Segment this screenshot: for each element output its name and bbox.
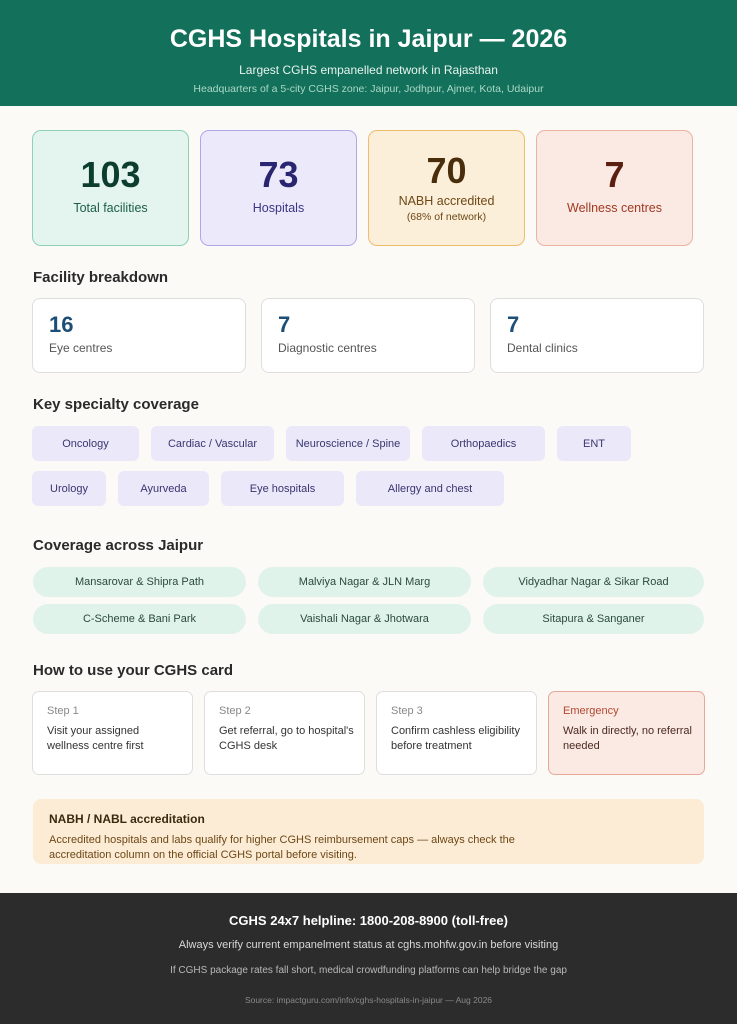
step-label: Step 2 bbox=[219, 705, 251, 717]
step-label: Step 1 bbox=[47, 705, 79, 717]
section-title-howto: How to use your CGHS card bbox=[33, 662, 234, 679]
footer-crowdfunding-note: If CGHS package rates fall short, medica… bbox=[170, 965, 567, 976]
specialty-chip-oncology: Oncology bbox=[32, 426, 139, 461]
facility-card-eye: 16 Eye centres bbox=[32, 298, 246, 373]
stat-card-nabh-accredited: 70 NABH accredited (68% of network) bbox=[368, 130, 525, 246]
coverage-area-malviya-nagar: Malviya Nagar & JLN Marg bbox=[258, 567, 471, 597]
step-card-3: Step 3 Confirm cashless eligibility befo… bbox=[376, 691, 537, 775]
footer-helpline: CGHS 24x7 helpline: 1800-208-8900 (toll-… bbox=[229, 913, 508, 928]
specialty-chip-eye-hospitals: Eye hospitals bbox=[221, 471, 344, 506]
section-title-specialty: Key specialty coverage bbox=[33, 396, 199, 413]
footer: CGHS 24x7 helpline: 1800-208-8900 (toll-… bbox=[0, 893, 737, 1024]
header-banner: CGHS Hospitals in Jaipur — 2026 Largest … bbox=[0, 0, 737, 106]
specialty-chip-neuroscience: Neuroscience / Spine bbox=[286, 426, 410, 461]
stat-label: Wellness centres bbox=[567, 201, 662, 215]
facility-value: 16 bbox=[49, 312, 74, 337]
facility-label: Diagnostic centres bbox=[278, 341, 377, 355]
coverage-area-vidyadhar-nagar: Vidyadhar Nagar & Sikar Road bbox=[483, 567, 704, 597]
specialty-chip-urology: Urology bbox=[32, 471, 106, 506]
stat-label: Total facilities bbox=[73, 201, 148, 215]
coverage-area-vaishali-nagar: Vaishali Nagar & Jhotwara bbox=[258, 604, 471, 634]
page-title: CGHS Hospitals in Jaipur — 2026 bbox=[169, 25, 568, 53]
step-label: Emergency bbox=[563, 705, 619, 717]
section-title-coverage: Coverage across Jaipur bbox=[33, 537, 204, 554]
section-title-facility: Facility breakdown bbox=[33, 269, 169, 286]
page-tagline: Headquarters of a 5-city CGHS zone: Jaip… bbox=[193, 83, 544, 95]
stat-card-hospitals: 73 Hospitals bbox=[200, 130, 357, 246]
stat-value: 7 bbox=[604, 154, 625, 195]
step-label: Step 3 bbox=[391, 705, 423, 717]
facility-label: Dental clinics bbox=[507, 341, 578, 355]
coverage-area-sitapura: Sitapura & Sanganer bbox=[483, 604, 704, 634]
page-subtitle: Largest CGHS empanelled network in Rajas… bbox=[239, 63, 498, 77]
stat-card-wellness-centres: 7 Wellness centres bbox=[536, 130, 693, 246]
facility-card-dental: 7 Dental clinics bbox=[490, 298, 704, 373]
facility-card-diagnostic: 7 Diagnostic centres bbox=[261, 298, 475, 373]
step-text: Confirm cashless eligibility before trea… bbox=[391, 725, 520, 752]
stat-value: 73 bbox=[258, 154, 299, 195]
coverage-area-mansarovar: Mansarovar & Shipra Path bbox=[33, 567, 246, 597]
stat-value: 103 bbox=[80, 154, 141, 195]
nabh-notice: NABH / NABL accreditation Accredited hos… bbox=[33, 799, 704, 864]
specialty-chip-ent: ENT bbox=[557, 426, 631, 461]
step-text: Get referral, go to hospital's CGHS desk bbox=[219, 725, 354, 752]
facility-value: 7 bbox=[278, 312, 291, 337]
specialty-chip-cardiac: Cardiac / Vascular bbox=[151, 426, 274, 461]
specialty-chip-ayurveda: Ayurveda bbox=[118, 471, 209, 506]
facility-value: 7 bbox=[507, 312, 520, 337]
facility-label: Eye centres bbox=[49, 341, 113, 355]
stat-value: 70 bbox=[426, 150, 467, 191]
stat-label: NABH accredited bbox=[398, 194, 495, 208]
step-card-1: Step 1 Visit your assigned wellness cent… bbox=[32, 691, 193, 775]
footer-source: Source: impactguru.com/info/cghs-hospita… bbox=[244, 995, 493, 1005]
stat-note: (68% of network) bbox=[406, 211, 487, 223]
step-text: Walk in directly, no referral needed bbox=[563, 725, 692, 752]
stat-card-total-facilities: 103 Total facilities bbox=[32, 130, 189, 246]
step-card-2: Step 2 Get referral, go to hospital's CG… bbox=[204, 691, 365, 775]
specialty-chip-allergy-chest: Allergy and chest bbox=[356, 471, 504, 506]
footer-verify-note: Always verify current empanelment status… bbox=[178, 939, 559, 951]
stat-label: Hospitals bbox=[252, 201, 305, 215]
specialty-chip-orthopaedics: Orthopaedics bbox=[422, 426, 545, 461]
nabh-body: Accredited hospitals and labs qualify fo… bbox=[49, 834, 515, 861]
step-card-emergency: Emergency Walk in directly, no referral … bbox=[548, 691, 705, 775]
step-text: Visit your assigned wellness centre firs… bbox=[47, 725, 144, 752]
nabh-title: NABH / NABL accreditation bbox=[49, 812, 205, 826]
coverage-area-c-scheme: C-Scheme & Bani Park bbox=[33, 604, 246, 634]
